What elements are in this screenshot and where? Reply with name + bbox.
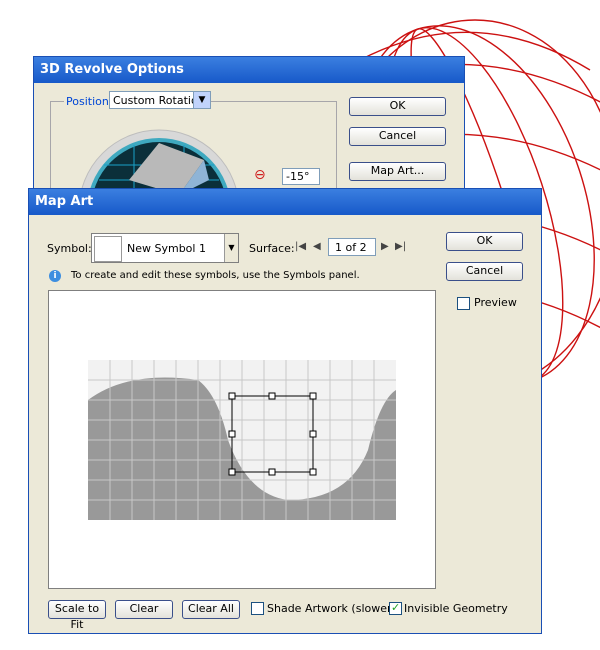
position-select[interactable]: Custom Rotation ▼ (109, 91, 211, 109)
rotation-icon: ⊖ (254, 167, 266, 183)
preview-checkbox[interactable] (457, 297, 470, 310)
chevron-down-icon[interactable]: ▼ (193, 92, 210, 108)
angle-input-value: -15° (286, 170, 310, 183)
map-art-ok-button[interactable]: OK (446, 232, 523, 251)
map-art-button[interactable]: Map Art... (349, 162, 446, 181)
invisible-geometry-checkbox[interactable]: ✓ (389, 601, 402, 615)
position-select-value: Custom Rotation (113, 94, 205, 107)
info-text: To create and edit these symbols, use th… (71, 270, 360, 281)
last-surface-icon[interactable]: ▶| (395, 241, 406, 252)
map-art-cancel-button[interactable]: Cancel (446, 262, 523, 281)
surface-map (88, 360, 396, 520)
revolve-options-dialog: 3D Revolve Options Position: Custom Rota… (33, 56, 465, 213)
first-surface-icon[interactable]: |◀ (295, 241, 306, 252)
revolve-ok-button[interactable]: OK (349, 97, 446, 116)
symbol-select[interactable]: New Symbol 1 ▼ (91, 233, 239, 263)
position-label: Position: (64, 95, 115, 108)
previous-surface-icon[interactable]: ◀ (313, 241, 321, 252)
symbol-swatch (94, 236, 122, 262)
shade-artwork-checkbox[interactable] (251, 602, 264, 615)
map-art-dialog: Map Art Symbol: New Symbol 1 ▼ Surface: … (28, 188, 542, 634)
surface-input[interactable]: 1 of 2 (328, 238, 376, 256)
map-art-dialog-title: Map Art (29, 189, 541, 215)
next-surface-icon[interactable]: ▶ (381, 241, 389, 252)
info-icon: i (49, 270, 61, 282)
symbol-label: Symbol: (47, 242, 92, 255)
preview-label: Preview (474, 296, 517, 309)
surface-input-value: 1 of 2 (335, 241, 367, 254)
clear-all-button[interactable]: Clear All (182, 600, 240, 619)
angle-input[interactable]: -15° (282, 168, 320, 185)
shade-artwork-label: Shade Artwork (slower) (267, 602, 396, 615)
revolve-cancel-button[interactable]: Cancel (349, 127, 446, 146)
clear-button[interactable]: Clear (115, 600, 173, 619)
checkmark-icon: ✓ (391, 601, 401, 614)
artwork-canvas[interactable] (48, 290, 436, 589)
scale-to-fit-button[interactable]: Scale to Fit (48, 600, 106, 631)
surface-label: Surface: (249, 242, 295, 255)
invisible-geometry-label: Invisible Geometry (404, 602, 508, 615)
revolve-dialog-title: 3D Revolve Options (34, 57, 464, 83)
symbol-select-value: New Symbol 1 (127, 242, 206, 255)
chevron-down-icon[interactable]: ▼ (224, 234, 238, 262)
